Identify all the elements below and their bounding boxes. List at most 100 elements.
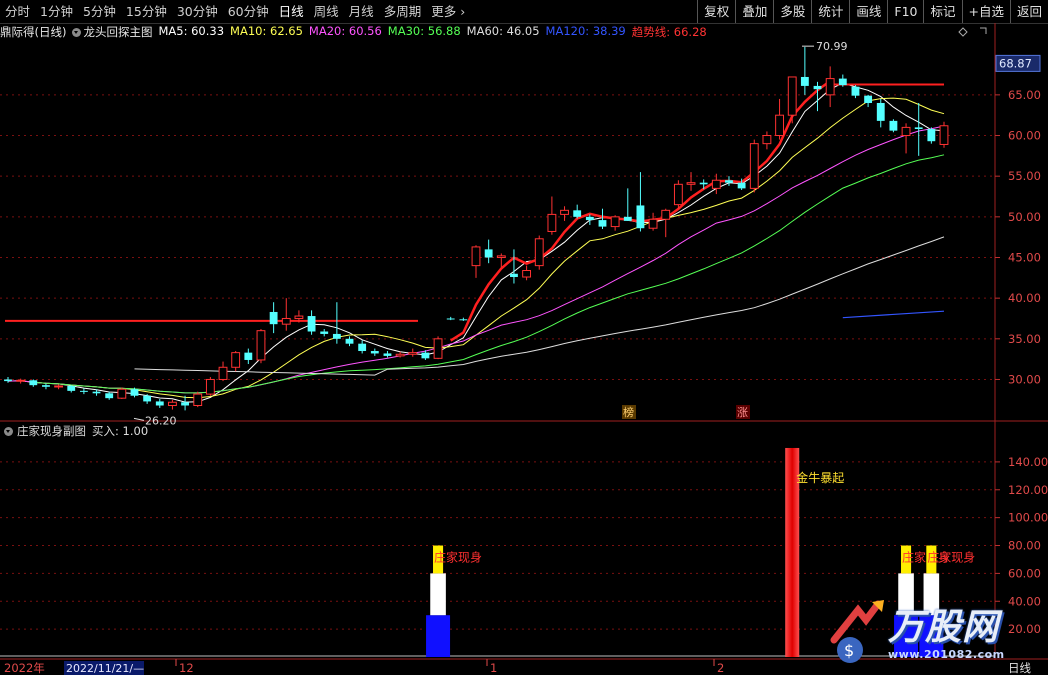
candle-body [358, 343, 367, 352]
candle-body [547, 213, 557, 232]
candle-body [851, 86, 860, 96]
price-tick: 60.00 [1008, 129, 1041, 143]
candle-body [345, 338, 354, 344]
candle-body [686, 182, 696, 185]
candle-body [725, 180, 733, 183]
candle-body [29, 380, 38, 386]
sub-tick: 120.00 [1008, 483, 1048, 497]
price-tick: 65.00 [1008, 88, 1041, 102]
candle-body [67, 385, 76, 391]
candle-body [484, 249, 493, 258]
watermark-url: www.201082.com [888, 648, 1005, 661]
candle-body [560, 209, 569, 215]
candle-body [79, 390, 88, 392]
candle-body [585, 216, 594, 221]
high-annotation: 70.99 [816, 40, 848, 53]
candle-body [762, 135, 772, 145]
diamond-icon [958, 27, 968, 37]
candle-body [408, 352, 418, 355]
candle-body [307, 316, 316, 332]
candle-body [218, 366, 228, 380]
candle-body [92, 391, 101, 394]
jinniu-label: 金牛暴起 [796, 470, 844, 485]
candle-body [775, 114, 784, 137]
candle-body [181, 402, 190, 406]
candle-body [737, 182, 746, 189]
price-tick: 30.00 [1008, 372, 1041, 386]
candle-body [231, 352, 241, 368]
svg-text:$: $ [844, 641, 854, 660]
sub-tick: 100.00 [1008, 511, 1048, 525]
candle-body [864, 95, 873, 103]
candle-body [800, 76, 809, 86]
candle-body [433, 338, 443, 359]
candle-body [281, 317, 291, 325]
month-2: 2 [717, 661, 724, 675]
candle-body [510, 273, 518, 278]
candle-body [901, 126, 911, 137]
candle-body [256, 330, 266, 361]
candle-body [825, 78, 835, 96]
candle-body [914, 127, 923, 130]
candle-body [661, 209, 671, 220]
candle-body [244, 352, 253, 360]
month-12: 12 [179, 661, 194, 675]
price-tick: 50.00 [1008, 210, 1041, 224]
candle-body [117, 388, 127, 399]
candle-body [522, 270, 532, 278]
candle-body [610, 216, 620, 228]
candle-body [927, 129, 936, 142]
corner-icon [980, 27, 987, 34]
candle-body [395, 353, 405, 357]
candle-body [749, 143, 759, 189]
sub-tick: 140.00 [1008, 455, 1048, 469]
ma-line-ma120 [842, 310, 945, 319]
candle-body [673, 183, 683, 206]
zhuangjia-label: 庄家现身 [927, 550, 975, 565]
candle-body [598, 220, 607, 227]
price-tick: 35.00 [1008, 332, 1041, 346]
candle-body [294, 315, 304, 319]
candle-body [421, 352, 430, 359]
candle-body [332, 333, 341, 339]
date-label: 2022/11/21/— [66, 662, 144, 675]
candle-body [205, 378, 215, 395]
candle-body [787, 76, 797, 116]
sub-tick: 60.00 [1008, 566, 1041, 580]
candle-body [193, 393, 203, 406]
zhuangjia-label: 庄家现身 [434, 550, 482, 565]
zhuangjia-bar-white [430, 573, 446, 616]
candle-body [623, 216, 632, 221]
sub-tick: 80.00 [1008, 539, 1041, 553]
candle-body [573, 210, 582, 217]
candle-body [939, 125, 949, 145]
candle-body [168, 401, 177, 406]
watermark-logo: $ 万股网 www.201082.com [828, 596, 1038, 668]
candle-body [16, 379, 26, 382]
candle-body [383, 353, 392, 356]
candle-body [4, 379, 12, 382]
candle-body [446, 318, 455, 320]
candle-body [648, 218, 658, 229]
candle-body [459, 319, 468, 321]
zhuangjia-bar-blue [426, 615, 451, 657]
zhang-label: 涨 [737, 406, 748, 419]
candle-body [699, 182, 708, 185]
candle-body [54, 385, 64, 388]
candle-body [838, 78, 847, 86]
price-tick: 40.00 [1008, 291, 1041, 305]
candle-body [636, 205, 645, 229]
candle-body [320, 331, 329, 334]
price-tick: 45.00 [1008, 250, 1041, 264]
low-marker [133, 417, 145, 421]
low-annotation: 26.20 [145, 414, 177, 427]
candle-body [496, 255, 506, 258]
month-1: 1 [490, 661, 497, 675]
watermark-text: 万股网 [888, 607, 1000, 648]
candle-body [130, 389, 139, 396]
candle-body [876, 102, 885, 121]
arrow-logo-icon: $ [830, 600, 884, 663]
candle-body [155, 401, 164, 406]
year-label: 2022年 [4, 661, 45, 675]
kline-chart[interactable]: 65.00 60.00 55.00 50.00 45.00 40.00 35.00 30.00… [0, 0, 1048, 675]
